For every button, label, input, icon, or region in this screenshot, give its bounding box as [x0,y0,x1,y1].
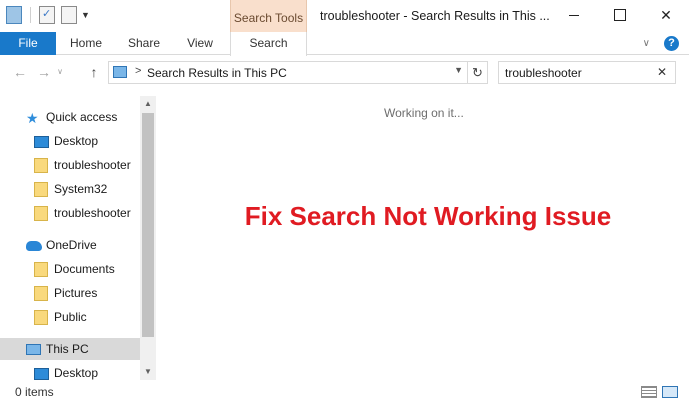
new-folder-icon[interactable] [61,6,77,24]
navigation-pane-scrollbar[interactable]: ▲ ▼ [140,96,156,380]
ribbon-right-controls: ∨ ? [643,36,679,51]
search-input[interactable] [505,65,655,81]
tree-item-label: Public [54,310,87,324]
desktop-icon [34,368,49,380]
tree-item-label: Pictures [54,286,98,300]
back-arrow-icon[interactable]: ← [10,62,30,82]
tab-search[interactable]: Search [230,32,307,56]
item-count: 0 items [15,385,54,399]
tab-view[interactable]: View [174,32,226,55]
refresh-icon[interactable]: ↻ [468,61,488,84]
tree-item-system32[interactable]: System32 [0,178,140,200]
address-bar[interactable]: > Search Results in This PC ▼ [108,61,468,84]
tree-item-desktop[interactable]: Desktop [0,130,140,152]
maximize-button[interactable] [597,0,643,30]
desktop-icon [34,136,49,148]
navigation-pane: ★ Quick access Desktop troubleshooter Sy… [0,96,156,380]
forward-arrow-icon[interactable]: → [34,62,54,82]
tab-home[interactable]: Home [58,32,114,55]
tree-item-label: Quick access [46,110,118,124]
customize-qat-dropdown-icon[interactable]: ▼ [81,10,90,20]
qat-separator [30,7,31,23]
clear-search-icon[interactable]: ✕ [657,65,667,79]
address-history-dropdown-icon[interactable]: ▼ [454,65,463,75]
tree-item-label: OneDrive [46,238,97,252]
quick-access-toolbar: ▼ [6,6,90,24]
breadcrumb[interactable]: Search Results in This PC [147,66,287,80]
this-pc-icon [26,344,41,355]
tree-item-onedrive[interactable]: OneDrive [0,234,140,256]
tree-item-documents[interactable]: Documents [0,258,140,280]
folder-icon [34,158,48,173]
explorer-app-icon[interactable] [6,6,22,24]
minimize-button[interactable] [551,0,597,30]
tab-file[interactable]: File [0,32,56,55]
folder-icon [34,310,48,325]
folder-icon [34,182,48,197]
tree-item-label: System32 [54,182,108,196]
navigation-bar: ← → ∨ ↑ > Search Results in This PC ▼ ↻ … [0,56,689,90]
tab-share[interactable]: Share [116,32,172,55]
tree-item-label: Documents [54,262,115,276]
star-icon: ★ [26,110,39,126]
tree-item-public[interactable]: Public [0,306,140,328]
up-arrow-icon[interactable]: ↑ [84,62,104,82]
tree-item-troubleshooter-2[interactable]: troubleshooter [0,202,140,224]
tree-item-pictures[interactable]: Pictures [0,282,140,304]
tree-item-label: This PC [46,342,89,356]
recent-locations-chevron-icon[interactable]: ∨ [54,62,66,82]
close-button[interactable]: ✕ [643,0,689,30]
working-status-message: Working on it... [384,106,464,120]
details-view-icon[interactable] [641,386,657,398]
overlay-caption: Fix Search Not Working Issue [244,201,612,231]
tree-item-troubleshooter[interactable]: troubleshooter [0,154,140,176]
large-icons-view-icon[interactable] [662,386,678,398]
search-tools-contextual-header: Search Tools [230,0,307,32]
properties-icon[interactable] [39,6,55,24]
search-results-pane: Working on it... Fix Search Not Working … [158,96,689,380]
breadcrumb-separator[interactable]: > [135,65,141,77]
scrollbar-thumb[interactable] [142,113,154,337]
help-icon[interactable]: ? [664,36,679,51]
scroll-up-arrow-icon[interactable]: ▲ [140,96,156,112]
tree-item-quick-access[interactable]: ★ Quick access [0,106,140,128]
tree-item-this-pc[interactable]: This PC [0,338,140,360]
status-bar: 0 items [0,380,689,404]
folder-icon [34,262,48,277]
onedrive-cloud-icon [26,241,42,251]
folder-icon [34,206,48,221]
tree-item-label: Desktop [54,134,99,148]
tree-item-label: troubleshooter [54,158,131,172]
ribbon-tab-strip: File Home Share View Search ∨ ? [0,32,689,56]
search-results-location-icon [113,66,127,78]
window-title: troubleshooter - Search Results in This … [320,9,550,23]
expand-ribbon-chevron-icon[interactable]: ∨ [643,38,650,49]
contextual-group-label: Search Tools [233,11,304,25]
folder-icon [34,286,48,301]
title-bar: ▼ Search Tools troubleshooter - Search R… [0,0,689,32]
search-box[interactable]: ✕ [498,61,676,84]
scroll-down-arrow-icon[interactable]: ▼ [140,364,156,380]
tree-item-label: troubleshooter [54,206,131,220]
